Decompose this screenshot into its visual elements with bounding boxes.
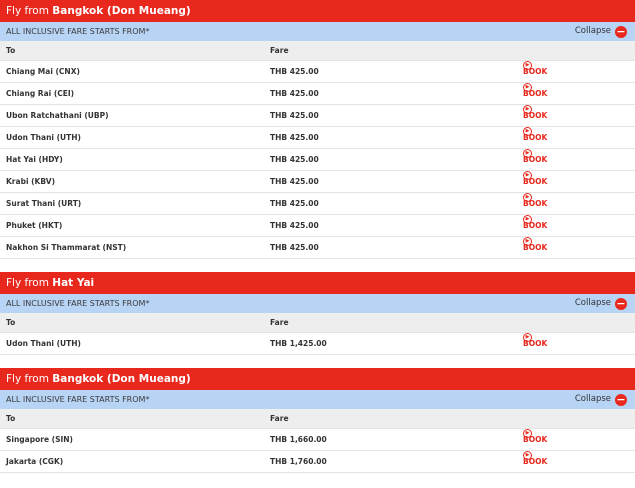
fare-value: THB 1,425.00: [270, 339, 327, 348]
arrow-right-circle-icon: ▶: [523, 215, 532, 224]
section-header: Fly from Hat Yai: [0, 272, 635, 294]
column-fare: Fare: [270, 414, 289, 423]
fare-section: Fly from Bangkok (Don Mueang) ALL INCLUS…: [0, 0, 635, 259]
arrow-right-circle-icon: ▶: [523, 83, 532, 92]
destination: Singapore (SIN): [6, 435, 73, 444]
fare-value: THB 1,760.00: [270, 457, 327, 466]
section-header: Fly from Bangkok (Don Mueang): [0, 368, 635, 390]
collapse-button[interactable]: Collapse −: [575, 294, 627, 313]
subheader-label: ALL INCLUSIVE FARE STARTS FROM*: [6, 395, 150, 404]
table-row: Udon Thani (UTH) THB 425.00 BOOK ▶: [0, 127, 635, 149]
destination: Krabi (KBV): [6, 177, 56, 186]
column-fare: Fare: [270, 318, 289, 327]
fare-value: THB 425.00: [270, 155, 319, 164]
fare-value: THB 425.00: [270, 221, 319, 230]
arrow-right-circle-icon: ▶: [523, 193, 532, 202]
table-row: Ubon Ratchathani (UBP) THB 425.00 BOOK ▶: [0, 105, 635, 127]
column-to: To: [6, 46, 16, 55]
arrow-right-circle-icon: ▶: [523, 237, 532, 246]
fare-value: THB 425.00: [270, 177, 319, 186]
arrow-right-circle-icon: ▶: [523, 429, 532, 438]
arrow-right-circle-icon: ▶: [523, 171, 532, 180]
column-header: To Fare: [0, 313, 635, 333]
destination: Phuket (HKT): [6, 221, 63, 230]
fare-value: THB 425.00: [270, 199, 319, 208]
destination: Nakhon Si Thammarat (NST): [6, 243, 127, 252]
destination: Surat Thani (URT): [6, 199, 82, 208]
fare-section: Fly from Hat Yai ALL INCLUSIVE FARE STAR…: [0, 272, 635, 355]
arrow-right-circle-icon: ▶: [523, 451, 532, 460]
header-city: Bangkok (Don Mueang): [52, 373, 191, 385]
table-row: Chiang Mai (CNX) THB 425.00 BOOK ▶: [0, 61, 635, 83]
destination: Jakarta (CGK): [6, 457, 64, 466]
subheader-label: ALL INCLUSIVE FARE STARTS FROM*: [6, 299, 150, 308]
collapse-button[interactable]: Collapse −: [575, 390, 627, 409]
destination: Hat Yai (HDY): [6, 155, 63, 164]
arrow-right-circle-icon: ▶: [523, 127, 532, 136]
collapse-label: Collapse: [574, 298, 611, 308]
fare-subheader: ALL INCLUSIVE FARE STARTS FROM* Collapse…: [0, 22, 635, 41]
header-prefix: Fly from: [6, 5, 53, 17]
fare-subheader: ALL INCLUSIVE FARE STARTS FROM* Collapse…: [0, 294, 635, 313]
fare-value: THB 425.00: [270, 133, 319, 142]
collapse-label: Collapse: [574, 26, 611, 36]
destination: Udon Thani (UTH): [6, 133, 81, 142]
minus-circle-icon: −: [615, 296, 627, 310]
arrow-right-circle-icon: ▶: [523, 105, 532, 114]
table-row: Nakhon Si Thammarat (NST) THB 425.00 BOOK ▶: [0, 237, 635, 259]
table-row: Jakarta (CGK) THB 1,760.00 BOOK ▶: [0, 451, 635, 473]
column-fare: Fare: [270, 46, 289, 55]
column-to: To: [6, 414, 16, 423]
destination: Chiang Mai (CNX): [6, 67, 80, 76]
fare-rows: Singapore (SIN) THB 1,660.00 BOOK ▶ Jakarta…: [0, 429, 635, 473]
table-row: Udon Thani (UTH) THB 1,425.00 BOOK ▶: [0, 333, 635, 355]
destination: Udon Thani (UTH): [6, 339, 81, 348]
fare-value: THB 425.00: [270, 89, 319, 98]
destination: Chiang Rai (CEI): [6, 89, 75, 98]
fare-subheader: ALL INCLUSIVE FARE STARTS FROM* Collapse…: [0, 390, 635, 409]
header-prefix: Fly from: [6, 277, 53, 289]
arrow-right-circle-icon: ▶: [523, 149, 532, 158]
minus-circle-icon: −: [615, 24, 627, 38]
fare-rows: Chiang Mai (CNX) THB 425.00 BOOK ▶ Chiang R…: [0, 61, 635, 259]
section-header: Fly from Bangkok (Don Mueang): [0, 0, 635, 22]
header-prefix: Fly from: [6, 373, 53, 385]
table-row: Chiang Rai (CEI) THB 425.00 BOOK ▶: [0, 83, 635, 105]
column-header: To Fare: [0, 41, 635, 61]
table-row: Hat Yai (HDY) THB 425.00 BOOK ▶: [0, 149, 635, 171]
arrow-right-circle-icon: ▶: [523, 333, 532, 342]
collapse-label: Collapse: [574, 394, 611, 404]
arrow-right-circle-icon: ▶: [523, 61, 532, 70]
collapse-button[interactable]: Collapse −: [575, 22, 627, 41]
fare-list: Fly from Bangkok (Don Mueang) ALL INCLUS…: [0, 0, 635, 473]
header-city: Bangkok (Don Mueang): [52, 5, 191, 17]
table-row: Phuket (HKT) THB 425.00 BOOK ▶: [0, 215, 635, 237]
fare-rows: Udon Thani (UTH) THB 1,425.00 BOOK ▶: [0, 333, 635, 355]
destination: Ubon Ratchathani (UBP): [6, 111, 109, 120]
fare-value: THB 425.00: [270, 67, 319, 76]
column-header: To Fare: [0, 409, 635, 429]
fare-value: THB 425.00: [270, 243, 319, 252]
fare-value: THB 1,660.00: [270, 435, 327, 444]
fare-value: THB 425.00: [270, 111, 319, 120]
fare-section: Fly from Bangkok (Don Mueang) ALL INCLUS…: [0, 368, 635, 473]
subheader-label: ALL INCLUSIVE FARE STARTS FROM*: [6, 27, 150, 36]
table-row: Singapore (SIN) THB 1,660.00 BOOK ▶: [0, 429, 635, 451]
header-city: Hat Yai: [52, 277, 95, 289]
minus-circle-icon: −: [615, 392, 627, 406]
table-row: Krabi (KBV) THB 425.00 BOOK ▶: [0, 171, 635, 193]
table-row: Surat Thani (URT) THB 425.00 BOOK ▶: [0, 193, 635, 215]
column-to: To: [6, 318, 16, 327]
